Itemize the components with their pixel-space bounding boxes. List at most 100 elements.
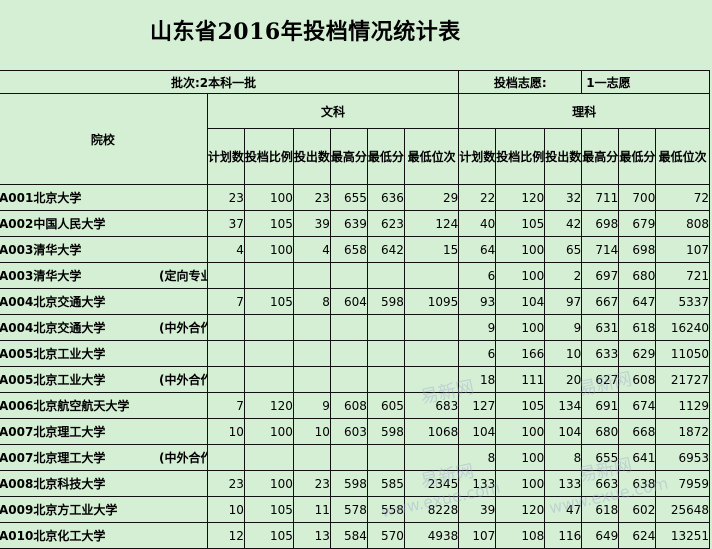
volunteer-label: 投档志愿: xyxy=(458,70,583,94)
school-note: (中外合作) xyxy=(159,373,206,387)
like-cell: 714 xyxy=(581,236,620,263)
page-title: 山东省2016年投档情况统计表 xyxy=(150,19,461,45)
wenke-cell xyxy=(292,262,331,289)
like-cell: 100 xyxy=(495,470,546,497)
table-row: A005北京工业大学 (中外合作) 181112062760821727 xyxy=(0,366,710,393)
wenke-cell xyxy=(329,366,368,393)
school-cell: A005北京工业大学 (中外合作) xyxy=(0,366,208,393)
wenke-cell: 570 xyxy=(366,522,405,549)
like-cell: 25648 xyxy=(655,496,710,523)
like-cell: 698 xyxy=(581,210,620,237)
like-cell: 111 xyxy=(495,366,546,393)
like-subheader: 投出数 xyxy=(544,128,583,185)
like-cell: 100 xyxy=(495,444,546,471)
like-cell: 116 xyxy=(544,522,583,549)
wenke-cell: 639 xyxy=(329,210,368,237)
wenke-cell xyxy=(243,314,294,341)
wenke-cell xyxy=(403,340,460,367)
like-cell: 40 xyxy=(458,210,497,237)
wenke-cell: 1095 xyxy=(403,288,460,315)
like-cell: 808 xyxy=(655,210,710,237)
wenke-cell: 598 xyxy=(366,288,405,315)
like-cell: 631 xyxy=(581,314,620,341)
like-cell: 11050 xyxy=(655,340,710,367)
like-cell: 127 xyxy=(458,392,497,419)
like-cell: 721 xyxy=(655,262,710,289)
wenke-cell: 15 xyxy=(403,236,460,263)
wenke-cell: 37 xyxy=(206,210,245,237)
wenke-cell xyxy=(206,262,245,289)
wenke-cell: 585 xyxy=(366,470,405,497)
like-cell: 633 xyxy=(581,340,620,367)
school-name: A004北京交通大学 xyxy=(0,321,106,335)
wenke-cell: 2345 xyxy=(403,470,460,497)
school-cell: A006北京航空航天大学 xyxy=(0,392,208,419)
wenke-cell: 558 xyxy=(366,496,405,523)
wenke-cell: 598 xyxy=(366,418,405,445)
like-subheader: 最低位次 xyxy=(655,128,710,185)
wenke-cell: 584 xyxy=(329,522,368,549)
wenke-cell: 623 xyxy=(366,210,405,237)
wenke-cell: 578 xyxy=(329,496,368,523)
school-cell: A008北京科技大学 xyxy=(0,470,208,497)
like-cell: 108 xyxy=(495,522,546,549)
like-cell: 105 xyxy=(495,210,546,237)
like-cell: 105 xyxy=(495,392,546,419)
school-name: A004北京交通大学 xyxy=(0,295,106,309)
wenke-cell: 658 xyxy=(329,236,368,263)
school-cell: A003清华大学 xyxy=(0,236,208,263)
wenke-cell: 120 xyxy=(243,392,294,419)
admission-table: 批次:2本科一批 投档志愿: 1一志愿 院校 文科 理科 计划数 投档比例 投出数最… xyxy=(0,70,710,549)
like-cell: 608 xyxy=(618,366,657,393)
like-cell: 13251 xyxy=(655,522,710,549)
like-cell: 5337 xyxy=(655,288,710,315)
school-cell: A004北京交通大学 (中外合作) xyxy=(0,314,208,341)
wenke-cell: 1068 xyxy=(403,418,460,445)
like-cell: 602 xyxy=(618,496,657,523)
wenke-cell: 124 xyxy=(403,210,460,237)
like-cell: 100 xyxy=(495,418,546,445)
school-note: (定向专业) xyxy=(159,269,206,283)
like-cell: 6953 xyxy=(655,444,710,471)
wenke-cell xyxy=(366,262,405,289)
like-cell: 9 xyxy=(544,314,583,341)
like-cell: 680 xyxy=(581,418,620,445)
wenke-cell xyxy=(329,444,368,471)
wenke-cell: 683 xyxy=(403,392,460,419)
wenke-subheader: 投出数 xyxy=(292,128,331,185)
table-row: A001北京大学 23 100 23 655 636 29 22 120 32 711 700 72 xyxy=(0,184,710,211)
like-cell: 107 xyxy=(655,236,710,263)
like-cell: 1129 xyxy=(655,392,710,419)
batch-label: 批次:2本科一批 xyxy=(0,70,460,94)
school-cell: A001北京大学 xyxy=(0,184,208,211)
table-row: A003清华大学 (定向专业) 61002697680721 xyxy=(0,262,710,289)
volunteer-value: 1一志愿 xyxy=(581,70,710,94)
like-subheader: 最低分 xyxy=(618,128,657,185)
wenke-cell: 100 xyxy=(243,236,294,263)
like-cell: 42 xyxy=(544,210,583,237)
wenke-cell: 23 xyxy=(206,184,245,211)
wenke-cell xyxy=(292,314,331,341)
table-row: A008北京科技大学 23 100 23 598 585 2345 133 100 133 663 6… xyxy=(0,470,710,497)
like-cell: 22 xyxy=(458,184,497,211)
like-cell: 711 xyxy=(581,184,620,211)
wenke-cell xyxy=(403,366,460,393)
school-cell: A003清华大学 (定向专业) xyxy=(0,262,208,289)
like-cell: 47 xyxy=(544,496,583,523)
table-row: A005北京工业大学 6 166 10 633 629 11050 xyxy=(0,340,710,367)
wenke-cell xyxy=(206,444,245,471)
wenke-subheader: 最高分 xyxy=(329,128,368,185)
wenke-cell: 7 xyxy=(206,288,245,315)
like-cell: 107 xyxy=(458,522,497,549)
like-cell: 133 xyxy=(458,470,497,497)
wenke-cell: 105 xyxy=(243,522,294,549)
wenke-cell: 13 xyxy=(292,522,331,549)
like-cell: 6 xyxy=(458,340,497,367)
wenke-subheader: 计划数 xyxy=(206,128,245,185)
wenke-cell: 642 xyxy=(366,236,405,263)
table-row: A004北京交通大学(中外合作)9100963161816240 xyxy=(0,314,710,341)
like-cell: 667 xyxy=(581,288,620,315)
like-cell: 100 xyxy=(495,314,546,341)
wenke-cell xyxy=(243,340,294,367)
table-row: A007北京理工大学(中外合作)810086556416953 xyxy=(0,444,710,471)
